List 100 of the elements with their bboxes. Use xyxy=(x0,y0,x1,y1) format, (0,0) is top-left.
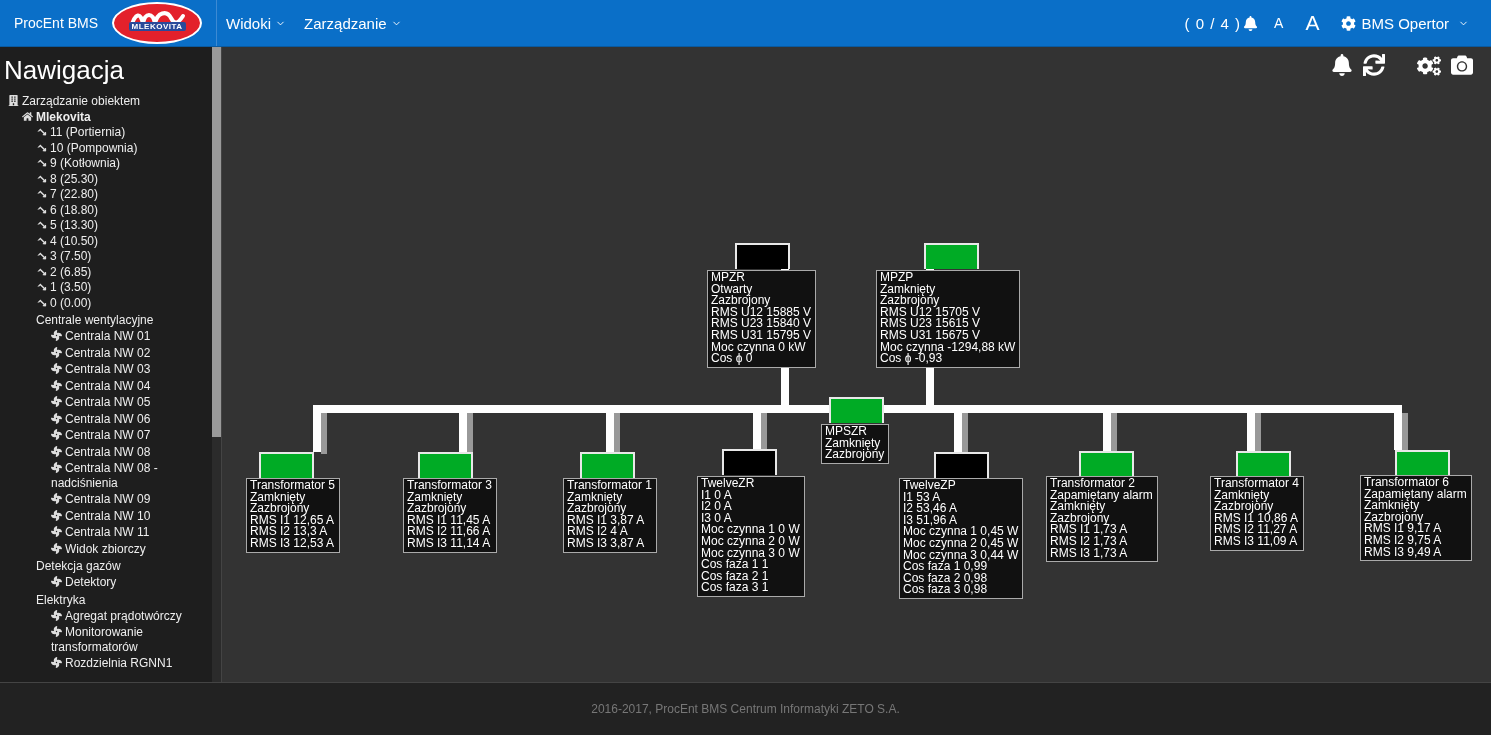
measurement-label: Transformator 1 Zamknięty Zazbrojony RMS I1 3,87 A RMS I2 4 A RMS I3 3,87 A xyxy=(563,478,657,553)
breaker-indicator[interactable] xyxy=(934,452,989,478)
stairs-icon xyxy=(38,298,47,308)
font-small-button[interactable]: A xyxy=(1268,15,1290,31)
tree-item[interactable]: 3 (7.50) xyxy=(4,249,206,265)
camera-icon[interactable] xyxy=(1451,54,1473,78)
feeder-line xyxy=(459,413,473,454)
fan-icon xyxy=(51,493,62,504)
measurement-label: Transformator 4 Zamknięty Zazbrojony RMS I1 10,86 A RMS I2 11,27 A RMS I3 11,09 A xyxy=(1210,476,1304,551)
measurement-label: TwelveZR I1 0 A I2 0 A I3 0 A Moc czynna 1 0 W Moc czynna 2 0 W Moc czynna 3 0 W Cos faza 1 1 Cos faza 2 1 Cos faza 3 1 xyxy=(697,476,805,597)
feeder-line xyxy=(954,413,968,454)
tree-item[interactable]: Centrala NW 11 xyxy=(4,524,206,541)
tree-item[interactable]: 6 (18.80) xyxy=(4,202,206,218)
stairs-icon xyxy=(38,159,47,168)
measurement-label: Transformator 5 Zamknięty Zazbrojony RMS I1 12,65 A RMS I2 13,3 A RMS I3 12,53 A xyxy=(246,478,340,553)
menu-button[interactable]: Widoki xyxy=(217,14,296,32)
tree-item[interactable]: 2 (6.85) xyxy=(4,264,206,280)
tree-item[interactable]: 11 (Portiernia) xyxy=(4,125,206,141)
fan-icon xyxy=(51,445,62,457)
fan-icon xyxy=(51,346,62,358)
feeder-line xyxy=(1247,413,1261,453)
measurement-label: MPSZR Zamknięty Zazbrojony xyxy=(821,424,890,464)
tree-item[interactable]: 8 (25.30) xyxy=(4,171,206,187)
feeder-line xyxy=(313,413,327,454)
feeder-line xyxy=(1103,413,1117,453)
tree-item[interactable]: Centrale wentylacyjne xyxy=(4,312,206,328)
tree-item[interactable]: 4 (10.50) xyxy=(4,233,206,249)
tree-item[interactable]: Centrala NW 09 xyxy=(4,491,206,508)
font-large-button[interactable]: A xyxy=(1299,11,1326,35)
tree-item[interactable]: Widok zbiorczy xyxy=(4,540,206,557)
tree-item[interactable]: Monitorowanie transformatorów xyxy=(4,624,206,655)
stairs-icon xyxy=(38,283,47,292)
tree-item[interactable]: Rozdzielnia RGNN1 xyxy=(4,655,206,672)
fan-icon xyxy=(51,396,62,407)
logo: MLEKOVITA xyxy=(112,2,203,44)
fan-icon xyxy=(51,379,62,391)
stairs-icon xyxy=(38,221,47,230)
scrollbar[interactable] xyxy=(212,47,221,682)
stairs-icon xyxy=(38,205,47,215)
stairs-icon xyxy=(38,190,47,199)
user-menu[interactable]: BMS Opertor xyxy=(1335,13,1475,33)
fan-icon xyxy=(51,526,62,537)
tree-item[interactable]: Mlekovita xyxy=(4,109,206,125)
measurement-label: MPZP Zamknięty Zazbrojony RMS U12 15705 V RMS U23 15615 V RMS U31 15675 V Moc czynna -1294,88 kW Cos ϕ -0,93 xyxy=(876,270,1021,368)
stairs-icon xyxy=(38,236,47,246)
tree-item[interactable]: 5 (13.30) xyxy=(4,218,206,234)
menu-button[interactable]: Zarządzanie xyxy=(295,14,411,32)
tree-item[interactable]: Zarządzanie obiektem xyxy=(4,93,206,109)
tree-item[interactable]: Agregat prądotwórczy xyxy=(4,607,206,624)
measurement-label: MPZR Otwarty Zazbrojony RMS U12 15885 V RMS U23 15840 V RMS U31 15795 V Moc czynna 0 kW Cos ϕ 0 xyxy=(707,270,817,368)
tree-item[interactable]: 10 (Pompownia) xyxy=(4,140,206,156)
stairs-icon xyxy=(38,128,47,137)
fan-icon xyxy=(51,609,62,621)
tree-item[interactable]: Detektory xyxy=(4,574,206,591)
settings-icon[interactable] xyxy=(1417,54,1441,78)
stairs-icon xyxy=(38,267,47,277)
refresh-icon[interactable] xyxy=(1363,54,1385,78)
sidebar-title: Nawigacja xyxy=(4,55,125,86)
feeder-line xyxy=(1394,413,1408,452)
tree-item[interactable]: Centrala NW 02 xyxy=(4,344,206,361)
fan-icon xyxy=(51,412,62,424)
tree-item[interactable]: 1 (3.50) xyxy=(4,280,206,296)
tree-item[interactable]: Centrala NW 05 xyxy=(4,394,206,411)
measurement-label: Transformator 3 Zamknięty Zazbrojony RMS I1 11,45 A RMS I2 11,66 A RMS I3 11,14 A xyxy=(403,478,497,553)
settings-icon xyxy=(1341,15,1357,31)
home-icon xyxy=(22,111,33,122)
tree-item[interactable]: Centrala NW 01 xyxy=(4,328,206,345)
building-icon xyxy=(8,95,19,106)
fan-icon xyxy=(51,542,62,554)
fan-icon xyxy=(51,657,62,668)
tree-item[interactable]: Centrala NW 03 xyxy=(4,361,206,378)
tree-item[interactable]: 7 (22.80) xyxy=(4,187,206,203)
stairs-icon xyxy=(38,252,47,261)
copyright-text: 2016-2017, ProcEnt BMS Centrum Informatyki ZETO S.A. xyxy=(591,702,900,716)
bell-icon[interactable] xyxy=(1331,54,1353,78)
fan-icon xyxy=(51,462,62,473)
alarm-count[interactable]: ( 0 / 4 ) xyxy=(1184,14,1242,32)
breaker-indicator[interactable] xyxy=(735,243,790,269)
measurement-label: TwelveZP I1 53 A I2 53,46 A I3 51,96 A Moc czynna 1 0,45 W Moc czynna 2 0,45 W Moc czynna 3 0,44 W Cos faza 1 0,99 Cos faza 2 0,98 Cos faza 3 0,98 xyxy=(899,478,1024,599)
tree-item[interactable]: Centrala NW 10 xyxy=(4,507,206,524)
fan-icon xyxy=(51,509,62,521)
tree-item[interactable]: 9 (Kotłownia) xyxy=(4,156,206,172)
tree-item[interactable]: Elektryka xyxy=(4,591,206,608)
tree-item[interactable]: Centrala NW 07 xyxy=(4,427,206,444)
tree-item[interactable]: Centrala NW 06 xyxy=(4,410,206,427)
tree-item[interactable]: Detekcja gazów xyxy=(4,558,206,574)
fan-icon xyxy=(51,363,62,374)
tree-item[interactable]: Centrala NW 08 xyxy=(4,443,206,460)
fan-icon xyxy=(51,576,62,587)
breaker-indicator[interactable] xyxy=(722,449,777,475)
tree-item[interactable]: Centrala NW 04 xyxy=(4,377,206,394)
measurement-label: Transformator 2 Zapamiętany alarm Zamknięty Zazbrojony RMS I1 1,73 A RMS I2 1,73 A RMS I3 1,73 A xyxy=(1046,476,1158,563)
tree-item[interactable]: Centrala NW 08 - nadciśnienia xyxy=(4,460,206,491)
fan-icon xyxy=(51,330,62,341)
fan-icon xyxy=(51,429,62,440)
tree-item[interactable]: 0 (0.00) xyxy=(4,295,206,311)
measurement-label: Transformator 6 Zapamiętany alarm Zamknięty Zazbrojony RMS I1 9,17 A RMS I2 9,75 A RMS I3 9,49 A xyxy=(1360,475,1472,562)
stairs-icon xyxy=(38,174,47,184)
brand-name[interactable]: ProcEnt BMS xyxy=(14,15,99,31)
stairs-icon xyxy=(38,143,47,153)
